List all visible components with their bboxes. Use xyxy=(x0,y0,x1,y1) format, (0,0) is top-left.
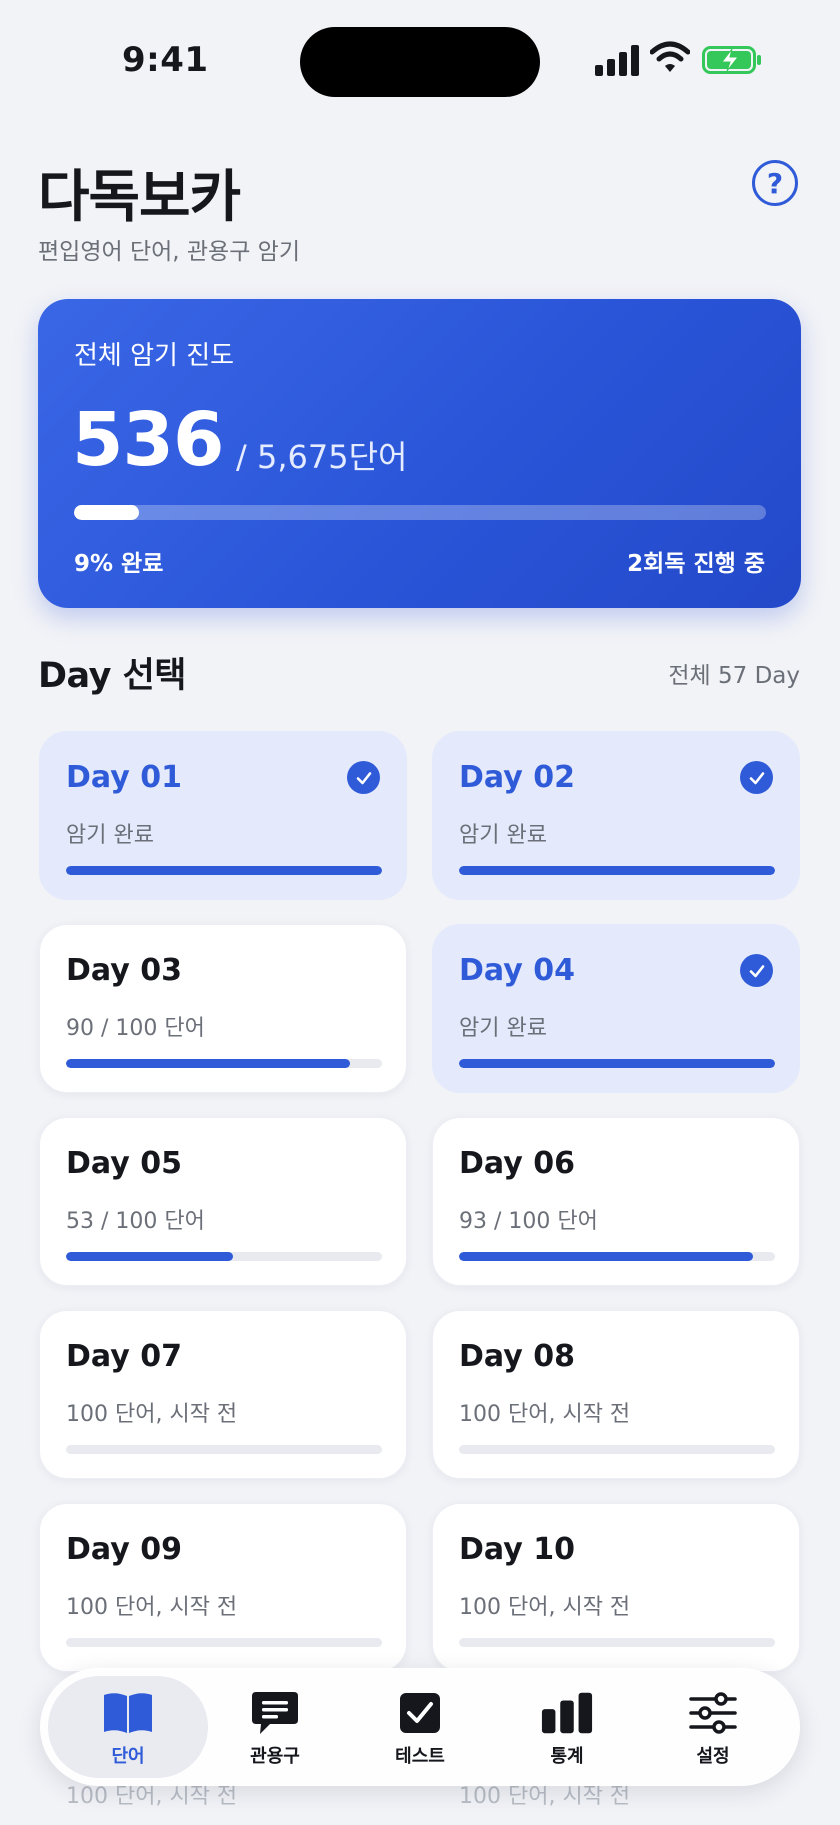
help-button[interactable]: ? xyxy=(752,160,798,206)
day-status: 100 단어, 시작 전 xyxy=(459,1402,631,1427)
day-name: Day 04 xyxy=(459,953,575,988)
day-name: Day 09 xyxy=(66,1532,182,1567)
day-progress-bar xyxy=(459,1445,775,1454)
day-section-title: Day 선택 xyxy=(38,656,187,696)
day-progress-bar xyxy=(66,1059,382,1068)
day-name: Day 05 xyxy=(66,1146,182,1181)
tab-label: 테스트 xyxy=(395,1746,445,1767)
day-card[interactable]: Day 01 암기 완료 xyxy=(39,731,407,900)
overall-progress-card: 전체 암기 진도 536 / 5,675단어 9% 완료 2회독 진행 중 xyxy=(38,299,801,608)
day-name: Day 08 xyxy=(459,1339,575,1374)
day-name: Day 07 xyxy=(66,1339,182,1374)
day-progress-bar xyxy=(459,1252,775,1261)
progress-percent: 9% 완료 xyxy=(74,551,164,577)
day-name: Day 06 xyxy=(459,1146,575,1181)
day-progress-fill xyxy=(459,866,775,875)
tab-idioms[interactable]: 관용구 xyxy=(200,1668,350,1786)
day-card[interactable]: Day 08 100 단어, 시작 전 xyxy=(432,1310,800,1479)
day-name: Day 10 xyxy=(459,1532,575,1567)
app-title: 다독보카 xyxy=(38,165,241,230)
progress-round: 2회독 진행 중 xyxy=(627,551,765,577)
day-card[interactable]: Day 02 암기 완료 xyxy=(432,731,800,900)
day-status: 53 / 100 단어 xyxy=(66,1209,205,1234)
day-status: 90 / 100 단어 xyxy=(66,1016,205,1041)
day-card[interactable]: Day 10 100 단어, 시작 전 xyxy=(432,1503,800,1672)
chat-bubble-icon xyxy=(248,1690,302,1736)
day-progress-bar xyxy=(66,1445,382,1454)
day-status: 100 단어, 시작 전 xyxy=(459,1595,631,1620)
day-progress-fill xyxy=(459,1252,753,1261)
day-card[interactable]: Day 04 암기 완료 xyxy=(432,924,800,1093)
day-progress-bar xyxy=(459,1059,775,1068)
tab-label: 단어 xyxy=(111,1746,145,1767)
tab-bar: 단어 관용구 테스트 통계 설정 xyxy=(40,1668,800,1786)
tab-words[interactable]: 단어 xyxy=(48,1676,208,1778)
day-card[interactable]: Day 05 53 / 100 단어 xyxy=(39,1117,407,1286)
battery-charging-icon xyxy=(702,46,761,74)
day-status: 암기 완료 xyxy=(459,1016,547,1041)
question-circle-icon: ? xyxy=(766,166,784,200)
day-name: Day 02 xyxy=(459,760,575,795)
check-circle-icon xyxy=(740,954,773,987)
day-progress-fill xyxy=(459,1059,775,1068)
day-card[interactable]: Day 07 100 단어, 시작 전 xyxy=(39,1310,407,1479)
bar-chart-icon xyxy=(540,1690,594,1736)
day-progress-bar xyxy=(459,866,775,875)
day-status: 암기 완료 xyxy=(459,823,547,848)
day-name: Day 01 xyxy=(66,760,182,795)
tab-label: 설정 xyxy=(696,1746,730,1767)
screen: 9:41 다독보카 편입영어 단어, 관용구 암기 ? 전체 암기 진도 536… xyxy=(0,0,840,1825)
tab-settings[interactable]: 설정 xyxy=(638,1668,788,1786)
wifi-icon xyxy=(650,41,690,72)
progress-bar xyxy=(74,505,766,520)
progress-total: / 5,675단어 xyxy=(236,438,408,476)
day-status: 93 / 100 단어 xyxy=(459,1209,598,1234)
day-progress-bar xyxy=(66,1252,382,1261)
tab-stats[interactable]: 통계 xyxy=(492,1668,642,1786)
day-section-count: 전체 57 Day xyxy=(668,663,800,689)
app-subtitle: 편입영어 단어, 관용구 암기 xyxy=(38,239,301,265)
day-status: 100 단어, 시작 전 xyxy=(66,1402,238,1427)
progress-label: 전체 암기 진도 xyxy=(74,341,235,371)
progress-bar-fill xyxy=(74,505,140,520)
day-progress-fill xyxy=(66,1059,351,1068)
checkbox-icon xyxy=(393,1690,447,1736)
day-status: 100 단어, 시작 전 xyxy=(66,1595,238,1620)
dynamic-island xyxy=(300,27,540,97)
day-card[interactable]: Day 06 93 / 100 단어 xyxy=(432,1117,800,1286)
book-icon xyxy=(101,1690,155,1736)
check-circle-icon xyxy=(740,761,773,794)
tab-label: 관용구 xyxy=(250,1746,300,1767)
day-progress-fill xyxy=(66,866,382,875)
day-progress-bar xyxy=(66,1638,382,1647)
day-progress-bar xyxy=(459,1638,775,1647)
progress-count: 536 xyxy=(72,397,224,483)
sliders-icon xyxy=(686,1690,740,1736)
status-bar: 9:41 xyxy=(0,0,840,110)
check-circle-icon xyxy=(347,761,380,794)
status-time: 9:41 xyxy=(122,40,209,80)
day-status: 암기 완료 xyxy=(66,823,154,848)
tab-test[interactable]: 테스트 xyxy=(345,1668,495,1786)
day-progress-bar xyxy=(66,866,382,875)
day-card[interactable]: Day 03 90 / 100 단어 xyxy=(39,924,407,1093)
day-name: Day 03 xyxy=(66,953,182,988)
tab-label: 통계 xyxy=(550,1746,584,1767)
day-progress-fill xyxy=(66,1252,234,1261)
cellular-signal-icon xyxy=(595,44,639,76)
day-card[interactable]: Day 09 100 단어, 시작 전 xyxy=(39,1503,407,1672)
